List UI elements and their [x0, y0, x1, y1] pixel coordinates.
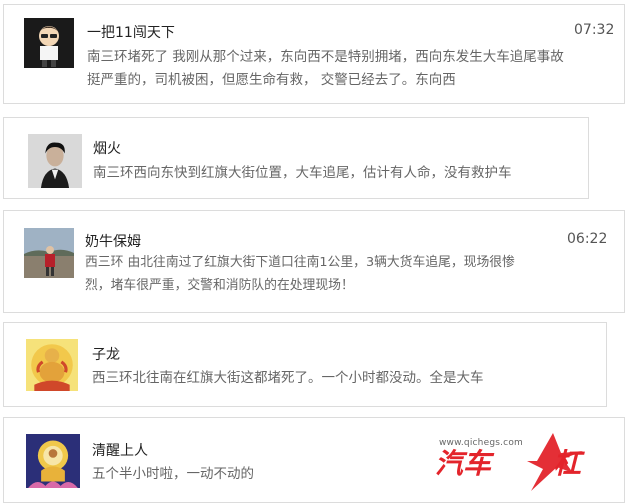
avatar[interactable] [26, 434, 80, 488]
comment-time: 07:32 [574, 22, 615, 38]
watermark-logo-icon: 汽车 杠 [435, 433, 585, 491]
comment-text-line: 五个半小时啦，一动不动的 [92, 466, 254, 482]
avatar[interactable] [24, 18, 74, 68]
comment-text-line: 挺严重的，司机被困，但愿生命有救， 交警已经去了。东向西 [87, 72, 456, 88]
person-outdoor-avatar-icon [24, 228, 74, 278]
commenter-name[interactable]: 烟火 [93, 138, 121, 158]
laughing-buddha-avatar-icon [26, 339, 78, 391]
comment-time: 06:22 [567, 231, 608, 247]
avatar[interactable] [26, 339, 78, 391]
religious-figure-avatar-icon [26, 434, 80, 488]
comment-card: 奶牛保姆 06:22 西三环 由北往南过了红旗大街下道口往南1公里，3辆大货车追… [3, 210, 625, 313]
watermark-logo-text: 汽车 [435, 447, 495, 480]
comment-text-line: 南三环堵死了 我刚从那个过来，东向西不是特别拥堵，西向东发生大车追尾事故 [87, 49, 564, 65]
comment-text-line: 烈，堵车很严重，交警和消防队的在处理现场！ [85, 278, 354, 293]
comment-card: 一把11闯天下 07:32 南三环堵死了 我刚从那个过来，东向西不是特别拥堵，西… [3, 4, 625, 104]
site-watermark: www.qichegs.com 汽车 杠 [433, 433, 608, 495]
commenter-name[interactable]: 一把11闯天下 [87, 22, 175, 42]
comment-card: 子龙 西三环北往南在红旗大街这都堵死了。一个小时都没动。全是大车 [3, 322, 607, 407]
cartoon-boy-avatar-icon [24, 18, 74, 68]
commenter-name[interactable]: 奶牛保姆 [85, 231, 141, 251]
man-portrait-avatar-icon [28, 134, 82, 188]
commenter-name[interactable]: 子龙 [92, 344, 120, 364]
comment-text-line: 南三环西向东快到红旗大街位置，大车追尾，估计有人命，没有救护车 [93, 165, 512, 181]
comment-card: 烟火 南三环西向东快到红旗大街位置，大车追尾，估计有人命，没有救护车 [3, 117, 589, 199]
commenter-name[interactable]: 清醒上人 [92, 440, 148, 460]
comment-text-line: 西三环北往南在红旗大街这都堵死了。一个小时都没动。全是大车 [92, 370, 484, 386]
watermark-logo-text: 杠 [553, 447, 585, 480]
comment-text-line: 西三环 由北往南过了红旗大街下道口往南1公里，3辆大货车追尾，现场很惨 [85, 255, 515, 270]
avatar[interactable] [28, 134, 82, 188]
avatar[interactable] [24, 228, 74, 278]
